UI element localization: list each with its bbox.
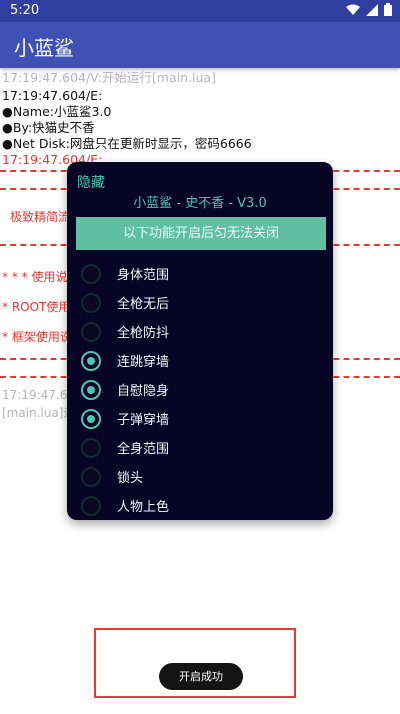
radio-icon[interactable] (81, 467, 101, 487)
log-line-by: ●By:快猫史不香 (2, 120, 95, 135)
toast-message: 开启成功 (159, 663, 243, 690)
option-bullet-wall[interactable]: 子弹穿墙 (81, 406, 321, 430)
battery-icon (384, 3, 392, 16)
log-partial-text: [main.lua]运 (2, 406, 76, 420)
signal-icon (366, 3, 378, 16)
dialog-header: 小蓝鲨 - 史不香 - V3.0 (133, 196, 267, 211)
radio-icon[interactable] (81, 293, 101, 313)
option-character-color[interactable]: 人物上色 (81, 493, 321, 517)
option-stealth[interactable]: 自慰隐身 (81, 377, 321, 401)
log-line-start: 17:19:47.604/V:开始运行[main.lua] (2, 70, 216, 85)
log-line-e: 17:19:47.604/E: (2, 88, 103, 103)
radio-icon[interactable] (81, 264, 101, 284)
status-bar: 5:20 (0, 0, 400, 22)
app-title: 小蓝鲨 (14, 36, 74, 60)
log-partial-text: 极致精简流 (10, 210, 71, 224)
log-partial-text: * 框架使用说 (2, 330, 72, 344)
warning-banner: 以下功能开启后匀无法关闭 (76, 217, 326, 250)
option-no-recoil[interactable]: 全枪无后 (81, 290, 321, 314)
option-body-range[interactable]: 身体范围 (81, 261, 321, 285)
option-label: 身体范围 (117, 268, 170, 283)
radio-icon[interactable] (81, 351, 101, 371)
option-label: 子弹穿墙 (117, 413, 170, 428)
log-line-disk: ●Net Disk:网盘只在更新时显示，密码6666 (2, 136, 252, 151)
radio-icon[interactable] (81, 380, 101, 400)
option-anti-shake[interactable]: 全枪防抖 (81, 319, 321, 343)
feature-dialog: 隐藏 小蓝鲨 - 史不香 - V3.0 以下功能开启后匀无法关闭 身体范围 全枪… (67, 162, 333, 520)
option-label: 全身范围 (117, 442, 170, 457)
wifi-icon (346, 4, 360, 15)
option-full-body-range[interactable]: 全身范围 (81, 435, 321, 459)
option-jump-wall[interactable]: 连跳穿墙 (81, 348, 321, 372)
app-bar: 小蓝鲨 (0, 22, 400, 68)
option-label: 自慰隐身 (117, 384, 170, 399)
radio-icon[interactable] (81, 438, 101, 458)
option-label: 锁头 (117, 471, 144, 486)
radio-icon[interactable] (81, 409, 101, 429)
option-label: 人物上色 (117, 500, 170, 515)
radio-icon[interactable] (81, 496, 101, 516)
option-label: 全枪无后 (117, 297, 170, 312)
status-time: 5:20 (10, 3, 40, 18)
option-label: 全枪防抖 (117, 326, 170, 341)
log-line-name: ●Name:小蓝鲨3.0 (2, 104, 112, 119)
radio-icon[interactable] (81, 322, 101, 342)
log-partial-text: 17:19:47.60 (2, 388, 75, 402)
status-icons (346, 3, 392, 16)
log-area: 17:19:47.604/V:开始运行[main.lua] 17:19:47.6… (0, 70, 400, 168)
option-head-lock[interactable]: 锁头 (81, 464, 321, 488)
hide-button[interactable]: 隐藏 (77, 172, 105, 192)
log-partial-text: * ROOT使用 (2, 300, 71, 314)
option-label: 连跳穿墙 (117, 355, 170, 370)
